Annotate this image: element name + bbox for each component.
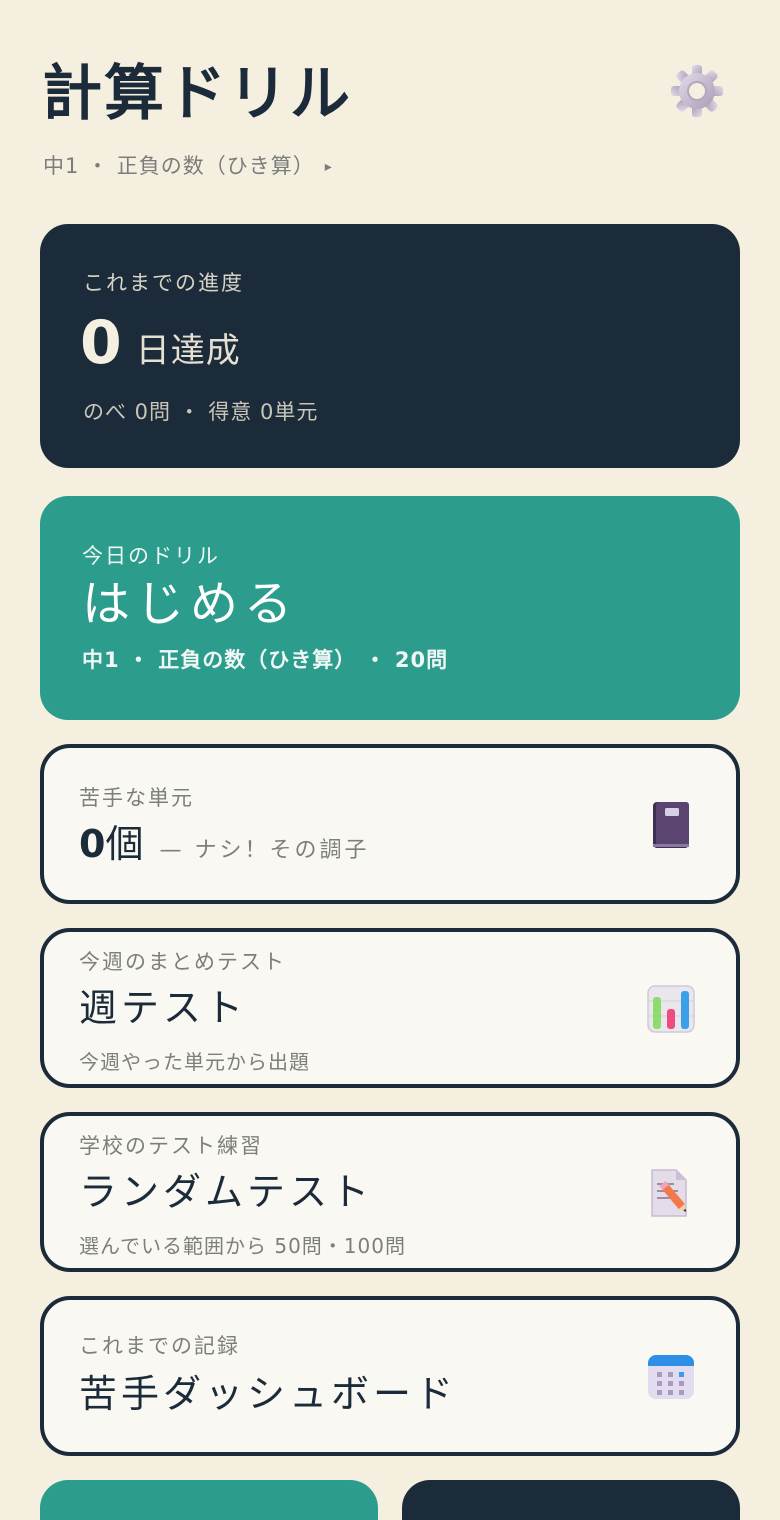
today-label: 今日のドリル	[82, 544, 220, 568]
progress-label: これまでの進度	[83, 271, 244, 295]
dashboard-label: これまでの記録	[79, 1334, 240, 1358]
weak-units-number: 0	[79, 822, 106, 866]
memo-pencil-icon	[646, 1168, 696, 1218]
weak-units-label: 苦手な単元	[79, 786, 194, 810]
unit-selector-label: 中1 ・ 正負の数（ひき算）	[43, 154, 315, 178]
random-test-sub: 選んでいる範囲から 50問・100問	[79, 1234, 406, 1258]
progress-card: これまでの進度 0 日達成 のべ 0問 ・ 得意 0単元	[40, 224, 740, 468]
weak-units-count: 0 個 — ナシ！その調子	[79, 820, 369, 875]
random-test-label: 学校のテスト練習	[79, 1134, 263, 1158]
weekly-test-label: 今週のまとめテスト	[79, 950, 286, 974]
weakness-dashboard-card[interactable]: これまでの記録 苦手ダッシュボード	[40, 1296, 740, 1456]
start-label: はじめる	[82, 576, 299, 632]
bottom-teal-button[interactable]	[40, 1480, 378, 1520]
app-title: 計算ドリル	[42, 59, 352, 129]
bottom-navy-button[interactable]	[402, 1480, 740, 1520]
random-test-title: ランダムテスト	[79, 1170, 374, 1214]
progress-days: 0 日達成	[80, 310, 241, 376]
settings-button[interactable]	[668, 62, 726, 120]
unit-selector[interactable]: 中1 ・ 正負の数（ひき算） ▸	[43, 150, 333, 180]
progress-stats: のべ 0問 ・ 得意 0単元	[83, 400, 319, 424]
weak-units-unit: 個	[105, 822, 144, 866]
start-drill-button[interactable]: 今日のドリル はじめる 中1 ・ 正負の数（ひき算） ・ 20問	[40, 496, 740, 720]
today-meta: 中1 ・ 正負の数（ひき算） ・ 20問	[82, 648, 449, 672]
weak-units-card[interactable]: 苦手な単元 0 個 — ナシ！その調子	[40, 744, 740, 904]
bar-chart-icon	[646, 984, 696, 1034]
caret-right-icon: ▸	[324, 159, 333, 175]
weak-units-note: — ナシ！その調子	[159, 838, 370, 863]
progress-days-count: 0	[80, 308, 122, 378]
home-screen: 計算ドリル 中1 ・ 正負の数（ひき算） ▸ これまでの進度 0 日達成 のべ …	[0, 0, 780, 1520]
weekly-test-card[interactable]: 今週のまとめテスト 週テスト 今週やった単元から出題	[40, 928, 740, 1088]
progress-days-unit: 日達成	[135, 331, 241, 371]
weekly-test-sub: 今週やった単元から出題	[79, 1050, 310, 1074]
dashboard-title: 苦手ダッシュボード	[79, 1372, 458, 1416]
random-test-card[interactable]: 学校のテスト練習 ランダムテスト 選んでいる範囲から 50問・100問	[40, 1112, 740, 1272]
gear-icon	[671, 65, 723, 117]
weekly-test-title: 週テスト	[79, 986, 248, 1030]
calendar-icon	[646, 1352, 696, 1402]
notebook-icon	[646, 800, 696, 850]
